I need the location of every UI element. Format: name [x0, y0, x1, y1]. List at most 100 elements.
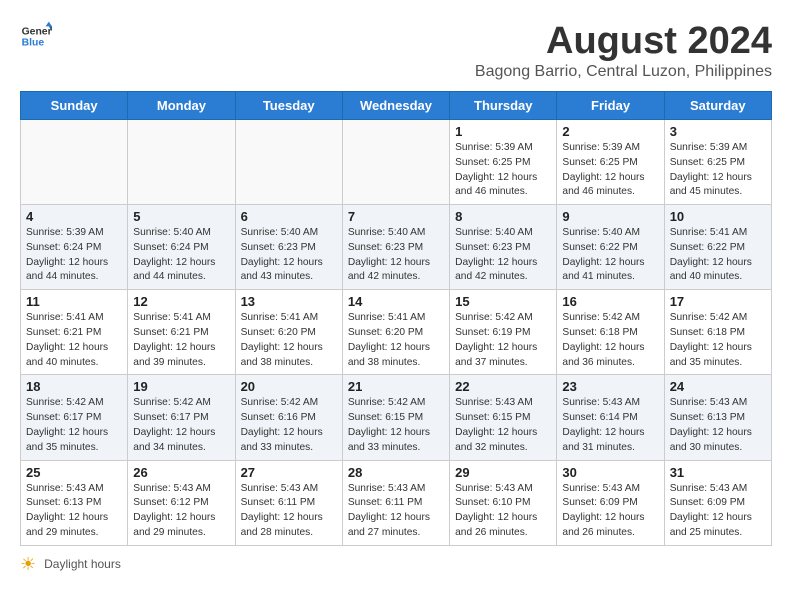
- page-header: General Blue August 2024 Bagong Barrio, …: [20, 20, 772, 81]
- day-info: Sunrise: 5:43 AM Sunset: 6:11 PM Dayligh…: [348, 482, 444, 541]
- day-info: Sunrise: 5:42 AM Sunset: 6:15 PM Dayligh…: [348, 396, 444, 455]
- day-number: 17: [670, 294, 766, 309]
- location-subtitle: Bagong Barrio, Central Luzon, Philippine…: [475, 63, 772, 81]
- calendar-cell: 31Sunrise: 5:43 AM Sunset: 6:09 PM Dayli…: [664, 460, 771, 545]
- day-number: 10: [670, 209, 766, 224]
- day-info: Sunrise: 5:40 AM Sunset: 6:23 PM Dayligh…: [348, 226, 444, 285]
- calendar-cell: 14 Sunrise: 5:41 AM Sunset: 6:20 PM Dayli…: [342, 290, 449, 375]
- calendar-header-row: SundayMondayTuesdayWednesdayThursdayFrid…: [21, 92, 772, 120]
- week-row-2: 4 Sunrise: 5:39 AM Sunset: 6:24 PM Daylig…: [21, 205, 772, 290]
- calendar-cell: 16 Sunrise: 5:42 AM Sunset: 6:18 PM Dayli…: [557, 290, 664, 375]
- day-info: Sunrise: 5:42 AM Sunset: 6:19 PM Dayligh…: [455, 311, 551, 370]
- day-number: 14: [348, 294, 444, 309]
- title-block: August 2024 Bagong Barrio, Central Luzon…: [475, 20, 772, 81]
- calendar-cell: 9 Sunrise: 5:40 AM Sunset: 6:22 PM Daylig…: [557, 205, 664, 290]
- column-header-saturday: Saturday: [664, 92, 771, 120]
- day-info: Sunrise: 5:41 AM Sunset: 6:21 PM Dayligh…: [133, 311, 229, 370]
- day-info: Sunrise: 5:41 AM Sunset: 6:20 PM Dayligh…: [241, 311, 337, 370]
- calendar-cell: 13 Sunrise: 5:41 AM Sunset: 6:20 PM Dayli…: [235, 290, 342, 375]
- calendar-cell: 17 Sunrise: 5:42 AM Sunset: 6:18 PM Dayli…: [664, 290, 771, 375]
- calendar-cell: 18 Sunrise: 5:42 AM Sunset: 6:17 PM Dayli…: [21, 375, 128, 460]
- day-info: Sunrise: 5:40 AM Sunset: 6:24 PM Dayligh…: [133, 226, 229, 285]
- day-info: Sunrise: 5:42 AM Sunset: 6:17 PM Dayligh…: [133, 396, 229, 455]
- day-number: 29: [455, 465, 551, 480]
- calendar-cell: 19 Sunrise: 5:42 AM Sunset: 6:17 PM Dayli…: [128, 375, 235, 460]
- calendar-cell: 6 Sunrise: 5:40 AM Sunset: 6:23 PM Daylig…: [235, 205, 342, 290]
- day-info: Sunrise: 5:43 AM Sunset: 6:09 PM Dayligh…: [670, 482, 766, 541]
- day-info: Sunrise: 5:39 AM Sunset: 6:25 PM Dayligh…: [670, 141, 766, 200]
- column-header-friday: Friday: [557, 92, 664, 120]
- calendar-cell: 26Sunrise: 5:43 AM Sunset: 6:12 PM Dayli…: [128, 460, 235, 545]
- calendar-cell: 22Sunrise: 5:43 AM Sunset: 6:15 PM Dayli…: [450, 375, 557, 460]
- day-number: 27: [241, 465, 337, 480]
- day-number: 28: [348, 465, 444, 480]
- day-number: 5: [133, 209, 229, 224]
- daylight-label: Daylight hours: [44, 557, 121, 571]
- calendar-cell: 2 Sunrise: 5:39 AM Sunset: 6:25 PM Daylig…: [557, 120, 664, 205]
- day-info: Sunrise: 5:42 AM Sunset: 6:18 PM Dayligh…: [670, 311, 766, 370]
- svg-text:Blue: Blue: [22, 38, 45, 49]
- day-info: Sunrise: 5:40 AM Sunset: 6:22 PM Dayligh…: [562, 226, 658, 285]
- day-number: 16: [562, 294, 658, 309]
- day-info: Sunrise: 5:40 AM Sunset: 6:23 PM Dayligh…: [455, 226, 551, 285]
- day-number: 8: [455, 209, 551, 224]
- day-info: Sunrise: 5:43 AM Sunset: 6:13 PM Dayligh…: [26, 482, 122, 541]
- day-info: Sunrise: 5:43 AM Sunset: 6:11 PM Dayligh…: [241, 482, 337, 541]
- calendar-cell: 12 Sunrise: 5:41 AM Sunset: 6:21 PM Dayli…: [128, 290, 235, 375]
- day-number: 20: [241, 379, 337, 394]
- calendar-cell: 8 Sunrise: 5:40 AM Sunset: 6:23 PM Daylig…: [450, 205, 557, 290]
- column-header-tuesday: Tuesday: [235, 92, 342, 120]
- week-row-3: 11 Sunrise: 5:41 AM Sunset: 6:21 PM Dayli…: [21, 290, 772, 375]
- day-info: Sunrise: 5:40 AM Sunset: 6:23 PM Dayligh…: [241, 226, 337, 285]
- day-info: Sunrise: 5:43 AM Sunset: 6:13 PM Dayligh…: [670, 396, 766, 455]
- calendar-cell: [128, 120, 235, 205]
- day-number: 23: [562, 379, 658, 394]
- column-header-wednesday: Wednesday: [342, 92, 449, 120]
- calendar-cell: 15Sunrise: 5:42 AM Sunset: 6:19 PM Dayli…: [450, 290, 557, 375]
- footer-note: ☀ Daylight hours: [20, 554, 772, 575]
- calendar-cell: 10 Sunrise: 5:41 AM Sunset: 6:22 PM Dayli…: [664, 205, 771, 290]
- svg-text:General: General: [22, 26, 52, 37]
- calendar-cell: [235, 120, 342, 205]
- calendar-cell: 20Sunrise: 5:42 AM Sunset: 6:16 PM Dayli…: [235, 375, 342, 460]
- column-header-thursday: Thursday: [450, 92, 557, 120]
- day-number: 26: [133, 465, 229, 480]
- calendar-cell: 5 Sunrise: 5:40 AM Sunset: 6:24 PM Daylig…: [128, 205, 235, 290]
- logo: General Blue: [20, 20, 52, 52]
- day-info: Sunrise: 5:43 AM Sunset: 6:10 PM Dayligh…: [455, 482, 551, 541]
- day-number: 9: [562, 209, 658, 224]
- day-info: Sunrise: 5:42 AM Sunset: 6:18 PM Dayligh…: [562, 311, 658, 370]
- calendar-cell: [342, 120, 449, 205]
- day-number: 2: [562, 124, 658, 139]
- day-number: 6: [241, 209, 337, 224]
- day-info: Sunrise: 5:39 AM Sunset: 6:25 PM Dayligh…: [562, 141, 658, 200]
- day-info: Sunrise: 5:39 AM Sunset: 6:25 PM Dayligh…: [455, 141, 551, 200]
- calendar-cell: 27 Sunrise: 5:43 AM Sunset: 6:11 PM Dayli…: [235, 460, 342, 545]
- column-header-sunday: Sunday: [21, 92, 128, 120]
- logo-icon: General Blue: [20, 20, 52, 52]
- day-number: 13: [241, 294, 337, 309]
- calendar-cell: 24Sunrise: 5:43 AM Sunset: 6:13 PM Dayli…: [664, 375, 771, 460]
- calendar-cell: 21Sunrise: 5:42 AM Sunset: 6:15 PM Dayli…: [342, 375, 449, 460]
- day-info: Sunrise: 5:41 AM Sunset: 6:20 PM Dayligh…: [348, 311, 444, 370]
- day-info: Sunrise: 5:41 AM Sunset: 6:22 PM Dayligh…: [670, 226, 766, 285]
- day-info: Sunrise: 5:43 AM Sunset: 6:09 PM Dayligh…: [562, 482, 658, 541]
- day-info: Sunrise: 5:39 AM Sunset: 6:24 PM Dayligh…: [26, 226, 122, 285]
- calendar-cell: [21, 120, 128, 205]
- day-number: 22: [455, 379, 551, 394]
- day-number: 4: [26, 209, 122, 224]
- day-number: 11: [26, 294, 122, 309]
- day-number: 19: [133, 379, 229, 394]
- day-info: Sunrise: 5:41 AM Sunset: 6:21 PM Dayligh…: [26, 311, 122, 370]
- day-number: 18: [26, 379, 122, 394]
- calendar-cell: 25 Sunrise: 5:43 AM Sunset: 6:13 PM Dayli…: [21, 460, 128, 545]
- calendar-cell: 1 Sunrise: 5:39 AM Sunset: 6:25 PM Daylig…: [450, 120, 557, 205]
- calendar-cell: 23Sunrise: 5:43 AM Sunset: 6:14 PM Dayli…: [557, 375, 664, 460]
- day-number: 7: [348, 209, 444, 224]
- calendar-cell: 28 Sunrise: 5:43 AM Sunset: 6:11 PM Dayli…: [342, 460, 449, 545]
- day-number: 25: [26, 465, 122, 480]
- day-number: 1: [455, 124, 551, 139]
- day-number: 12: [133, 294, 229, 309]
- calendar-cell: 4 Sunrise: 5:39 AM Sunset: 6:24 PM Daylig…: [21, 205, 128, 290]
- day-info: Sunrise: 5:42 AM Sunset: 6:17 PM Dayligh…: [26, 396, 122, 455]
